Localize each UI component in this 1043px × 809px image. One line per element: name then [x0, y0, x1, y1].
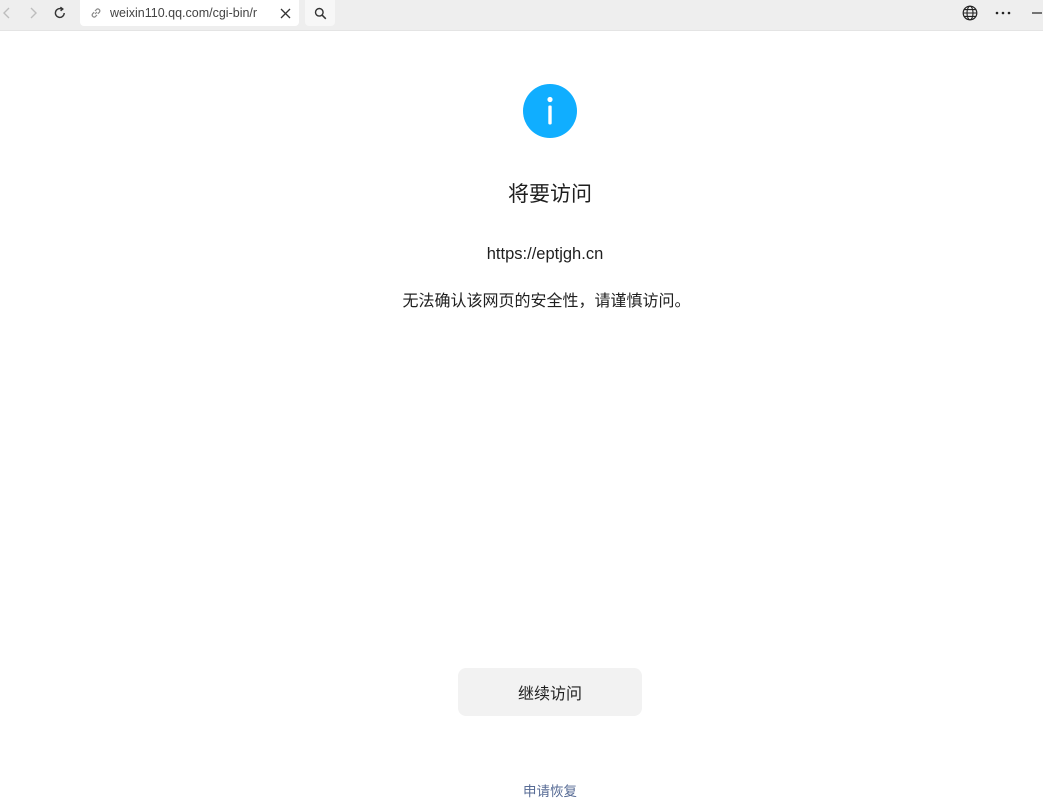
forward-button[interactable]	[20, 0, 46, 26]
more-icon	[995, 11, 1011, 15]
browser-toolbar: weixin110.qq.com/cgi-bin/r	[0, 0, 1043, 31]
reload-button[interactable]	[47, 0, 73, 26]
continue-button[interactable]: 继续访问	[458, 668, 642, 716]
reload-icon	[54, 6, 65, 19]
restore-link[interactable]: 申请恢复	[0, 780, 1043, 800]
address-text: weixin110.qq.com/cgi-bin/r	[110, 6, 258, 20]
search-icon	[314, 7, 326, 19]
page-title: 将要访问	[508, 182, 592, 206]
page-content: 将要访问 https://eptjgh.cn 无法确认该网页的安全性，请谨慎访问…	[0, 31, 1043, 809]
back-button[interactable]	[0, 0, 20, 26]
link-icon	[91, 8, 101, 18]
security-warning: 无法确认该网页的安全性，请谨慎访问。	[402, 291, 691, 310]
minimize-icon	[1032, 12, 1042, 14]
clear-address-button[interactable]	[277, 4, 293, 22]
close-icon	[280, 8, 290, 18]
search-button[interactable]	[305, 0, 335, 26]
back-arrow-icon	[3, 7, 10, 19]
minimize-button[interactable]	[1024, 0, 1043, 26]
language-button[interactable]	[957, 0, 983, 26]
forward-arrow-icon	[30, 7, 37, 19]
more-button[interactable]	[990, 0, 1016, 26]
info-icon	[523, 84, 577, 138]
target-url: https://eptjgh.cn	[486, 245, 604, 263]
address-bar[interactable]: weixin110.qq.com/cgi-bin/r	[80, 0, 299, 26]
globe-icon	[962, 5, 978, 21]
